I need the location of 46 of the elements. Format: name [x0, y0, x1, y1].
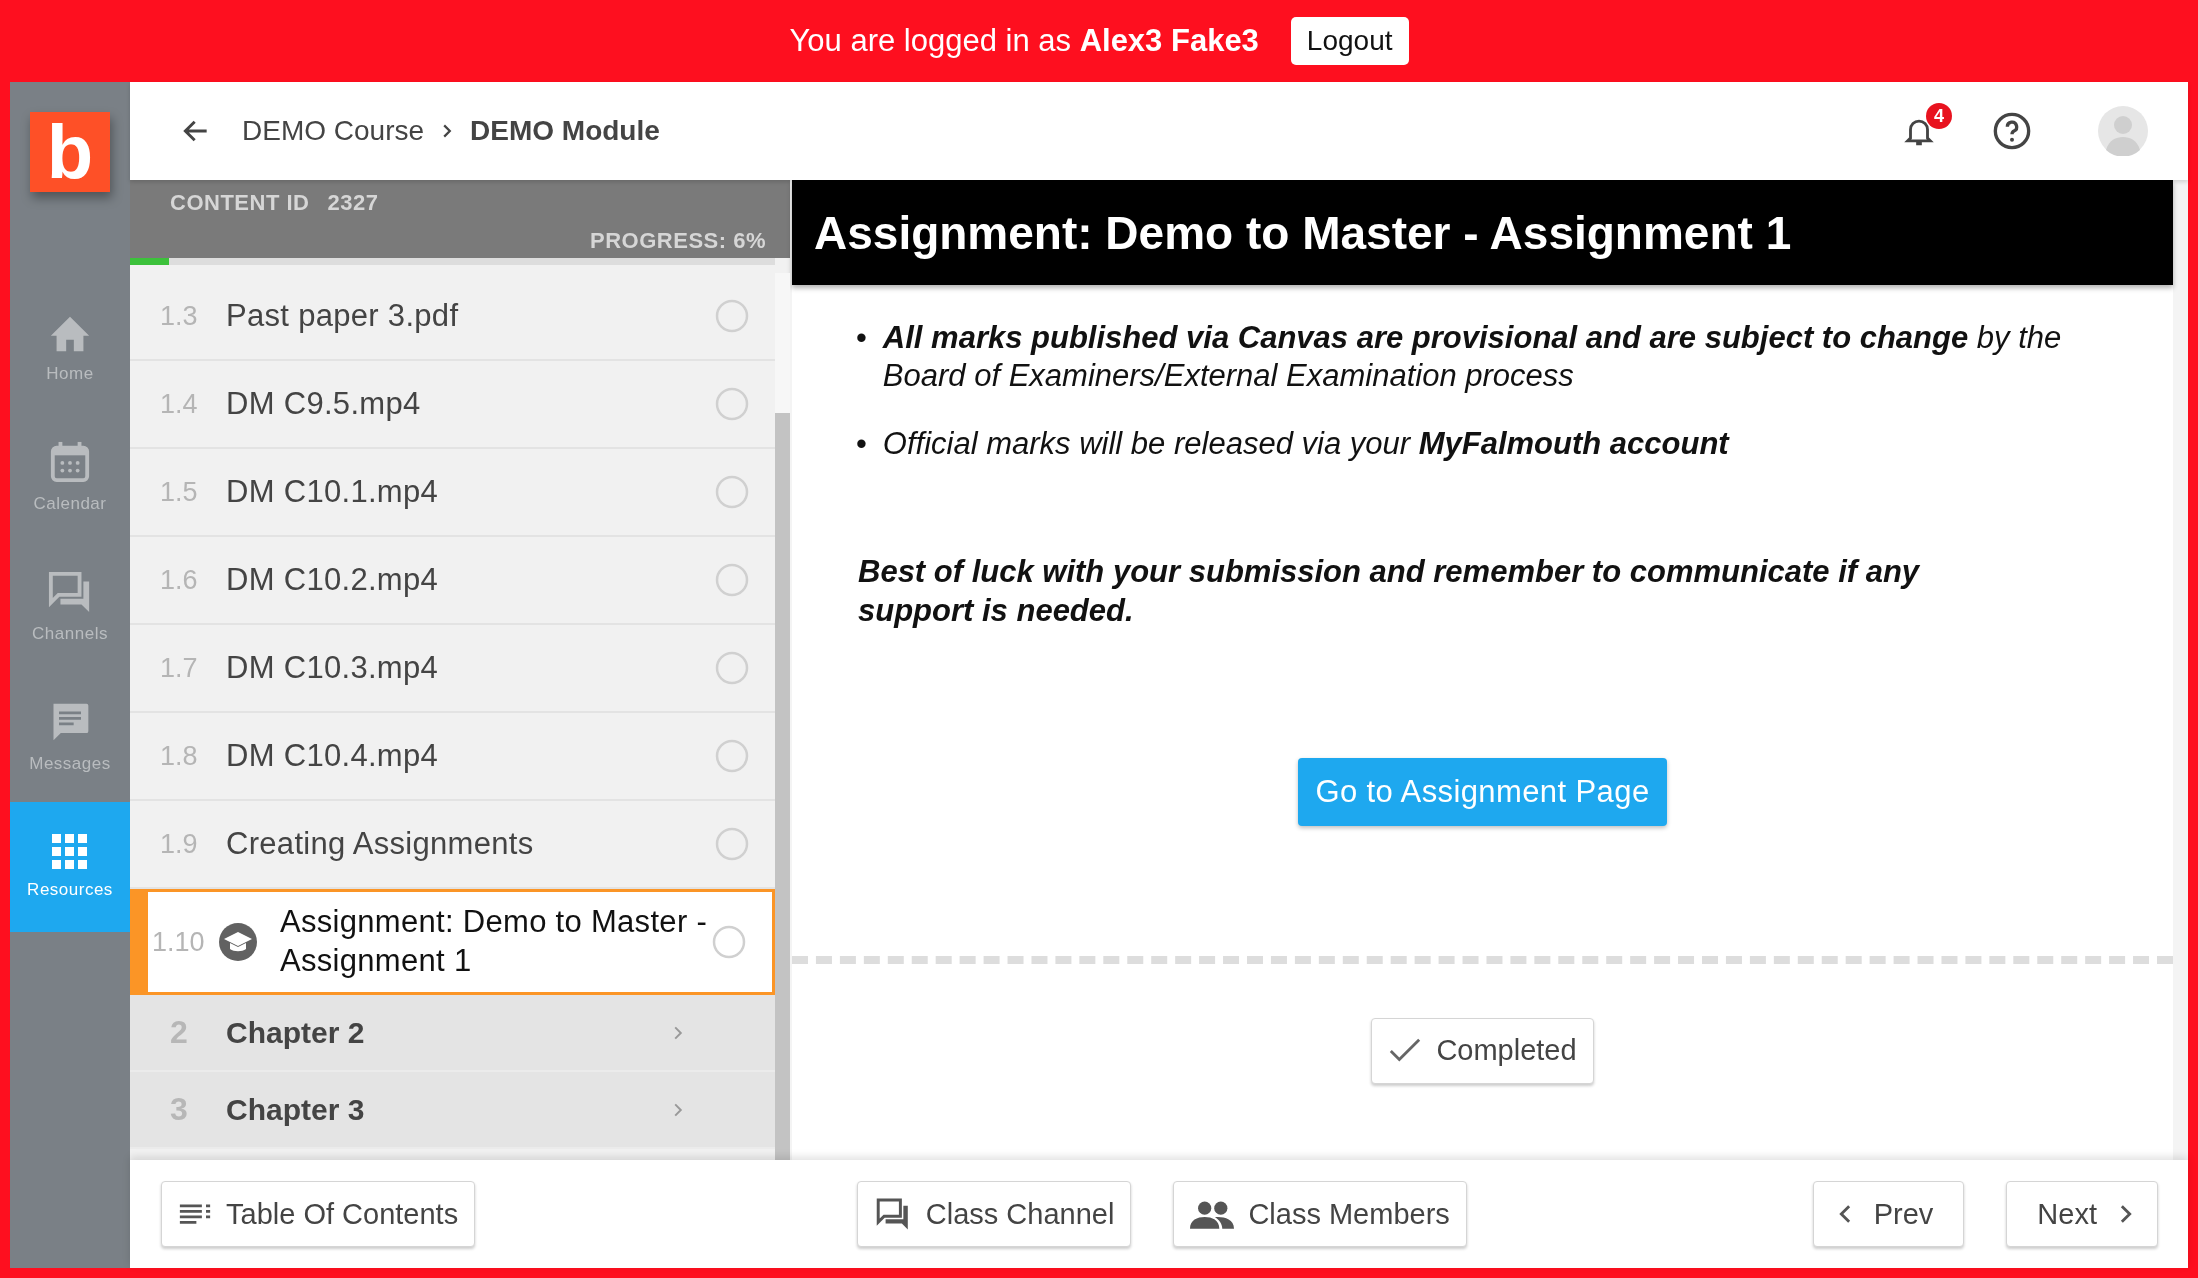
help-icon[interactable] — [1992, 111, 2032, 151]
item-number: 1.5 — [160, 476, 199, 508]
prev-button[interactable]: Prev — [1812, 1181, 1965, 1247]
bullet-marker: • — [856, 319, 867, 357]
item-number: 1.6 — [160, 564, 199, 596]
item-number: 1.7 — [160, 652, 199, 684]
item-number: 1.4 — [160, 388, 199, 420]
item-title: Past paper 3.pdf — [226, 298, 460, 334]
item-number: 1.9 — [160, 828, 199, 860]
list-icon — [178, 1203, 212, 1225]
item-title: Assignment: Demo to Master - Assignment 1 — [280, 903, 709, 980]
toc-item[interactable]: 1.10 Assignment: Demo to Master - Assignment 1 — [130, 889, 775, 995]
closing-note: Best of luck with your submission and remember to communicate if any support is needed. — [858, 553, 1921, 630]
item-title: DM C10.3.mp4 — [226, 650, 440, 686]
notice-text: Official marks will be released via your MyFalmouth account — [882, 425, 1731, 464]
chapter-title: Chapter 3 — [226, 1092, 366, 1127]
people-icon — [1190, 1199, 1235, 1229]
item-title: DM C10.4.mp4 — [226, 738, 440, 774]
completed-button[interactable]: Completed — [1371, 1017, 1594, 1084]
bullet-marker: • — [856, 425, 867, 464]
item-title: DM C10.1.mp4 — [226, 474, 440, 510]
class-channel-button[interactable]: Class Channel — [856, 1181, 1132, 1247]
calendar-icon — [49, 440, 91, 484]
login-status-text: You are logged in as Alex3 Fake3 — [789, 23, 1259, 59]
content-id-label: CONTENT ID — [170, 190, 310, 216]
table-of-contents-button[interactable]: Table Of Contents — [161, 1181, 476, 1247]
item-title: DM C9.5.mp4 — [226, 386, 422, 422]
scrollbar-thumb[interactable] — [775, 413, 790, 1160]
item-number: 1.10 — [152, 926, 206, 958]
chapter-title: Chapter 2 — [226, 1015, 366, 1050]
item-title: DM C10.2.mp4 — [226, 562, 440, 598]
class-members-button[interactable]: Class Members — [1173, 1181, 1467, 1247]
graduation-cap-icon — [218, 922, 258, 962]
notification-badge: 4 — [1926, 103, 1952, 129]
breadcrumb-current: DEMO Module — [470, 115, 660, 147]
item-number: 1.3 — [160, 300, 199, 332]
item-title: Creating Assignments — [226, 826, 535, 862]
item-number: 1.8 — [160, 740, 199, 772]
breadcrumb-link[interactable]: DEMO Course — [242, 115, 425, 147]
notice-text: All marks published via Canvas are provisional and are subject to change by the Board of Examiners/External Examination process — [882, 319, 2063, 396]
content-id-value: 2327 — [327, 190, 379, 216]
progress-label: PROGRESS: 6% — [590, 228, 766, 254]
logout-button[interactable]: Logout — [1290, 17, 1409, 65]
grid-icon — [52, 834, 88, 870]
assignment-title: Assignment: Demo to Master - Assignment 1 — [792, 180, 2173, 285]
next-button[interactable]: Next — [2006, 1181, 2158, 1247]
